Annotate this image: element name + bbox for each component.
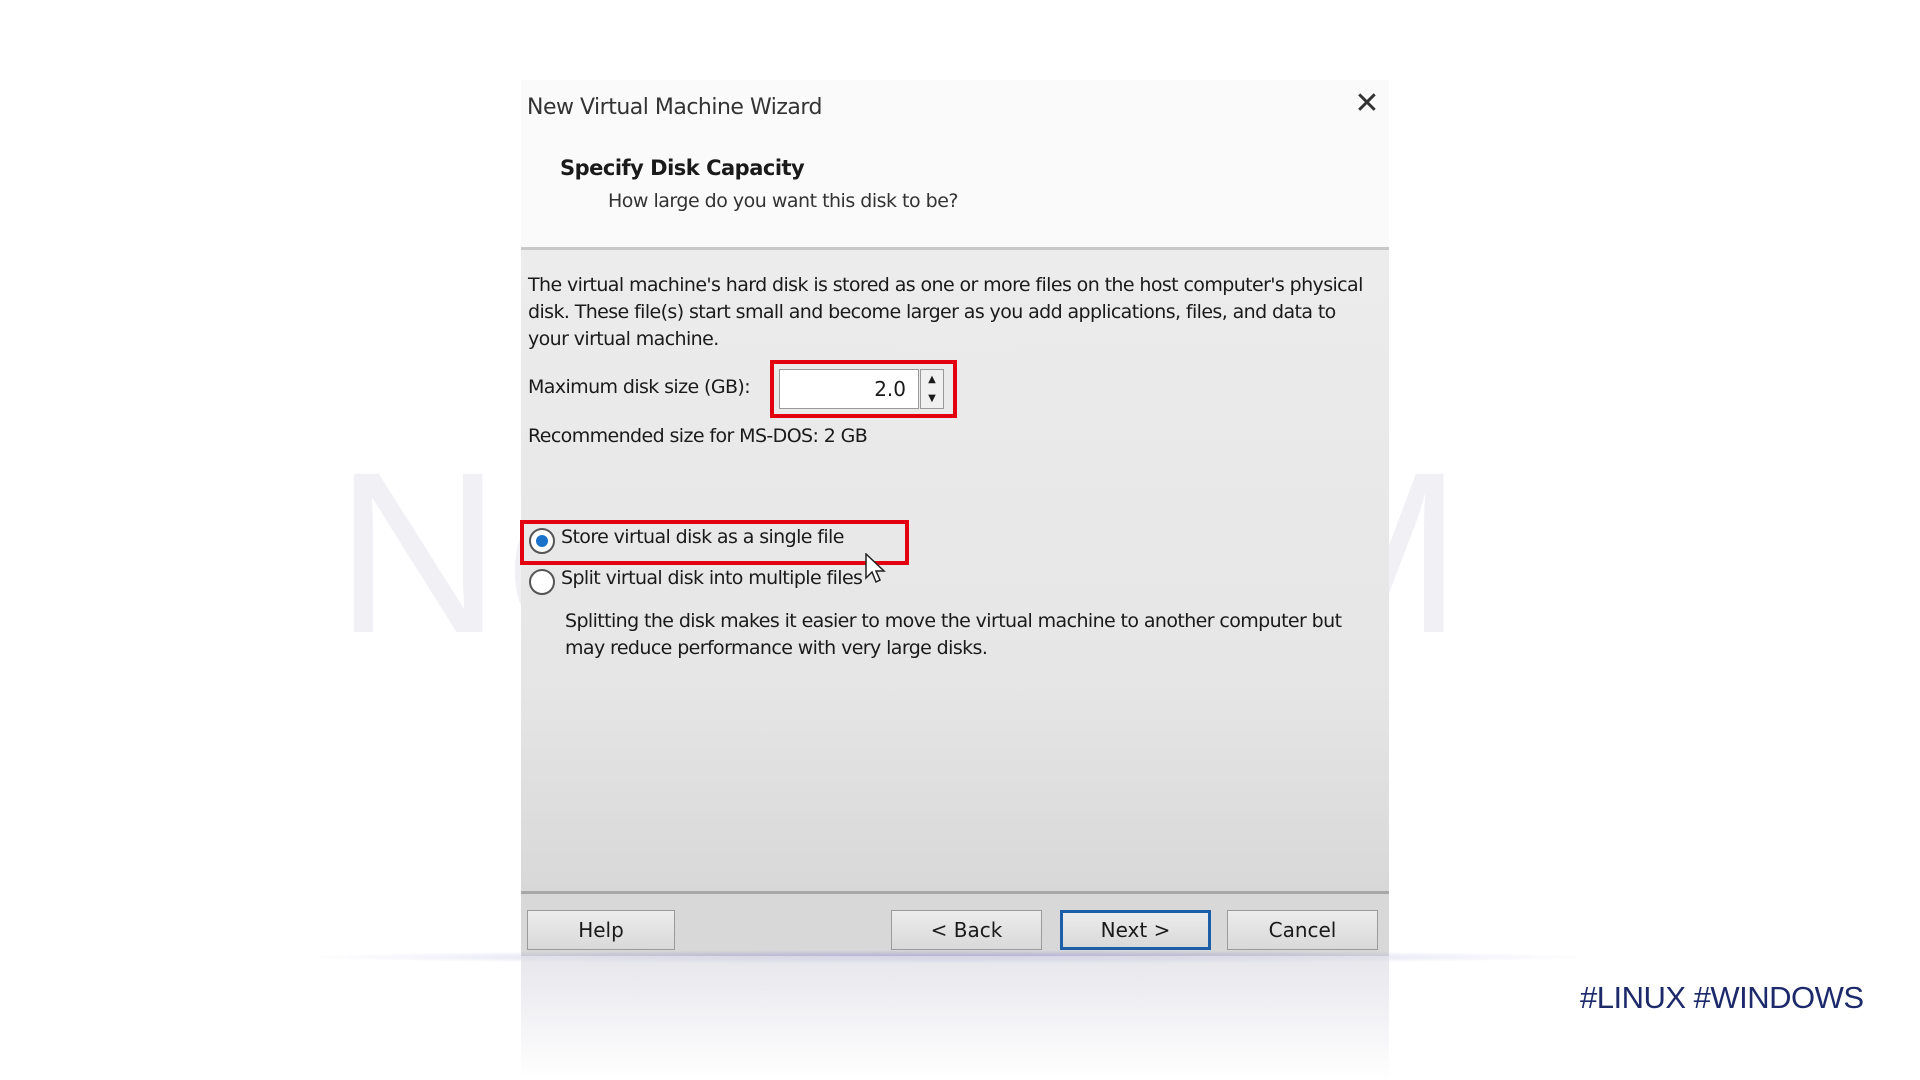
mouse-cursor-icon: [865, 553, 886, 584]
spin-up-icon[interactable]: ▲: [921, 370, 943, 389]
divider: [521, 891, 1389, 894]
radio-split-files-label[interactable]: Split virtual disk into multiple files: [561, 567, 863, 589]
dialog-title: New Virtual Machine Wizard: [527, 95, 822, 120]
recommended-size-text: Recommended size for MS-DOS: 2 GB: [528, 425, 868, 447]
spin-down-icon[interactable]: ▼: [921, 389, 943, 408]
page-subheading: How large do you want this disk to be?: [608, 190, 959, 212]
radio-single-file-label[interactable]: Store virtual disk as a single file: [561, 526, 844, 548]
radio-split-files[interactable]: [529, 569, 555, 595]
dialog-reflection: [521, 956, 1389, 1080]
disk-size-stepper[interactable]: ▲ ▼: [920, 369, 944, 409]
description-text: The virtual machine's hard disk is store…: [528, 274, 1363, 350]
new-vm-wizard-dialog: New Virtual Machine Wizard ✕ Specify Dis…: [520, 80, 1389, 956]
cancel-button[interactable]: Cancel: [1227, 910, 1378, 950]
radio-single-file[interactable]: [529, 528, 555, 554]
page-heading: Specify Disk Capacity: [560, 156, 805, 180]
highlight-box: 2.0 ▲ ▼: [770, 360, 957, 418]
max-disk-size-input[interactable]: 2.0: [779, 369, 919, 409]
divider: [521, 247, 1389, 250]
max-disk-size-label: Maximum disk size (GB):: [528, 376, 751, 398]
split-note-text: Splitting the disk makes it easier to mo…: [565, 610, 1342, 659]
radio-selected-dot: [536, 535, 548, 547]
help-button[interactable]: Help: [527, 910, 675, 950]
next-button[interactable]: Next >: [1060, 910, 1211, 950]
close-icon[interactable]: ✕: [1349, 86, 1385, 122]
back-button[interactable]: < Back: [891, 910, 1042, 950]
hashtags: #LINUX #WINDOWS: [1580, 980, 1864, 1015]
